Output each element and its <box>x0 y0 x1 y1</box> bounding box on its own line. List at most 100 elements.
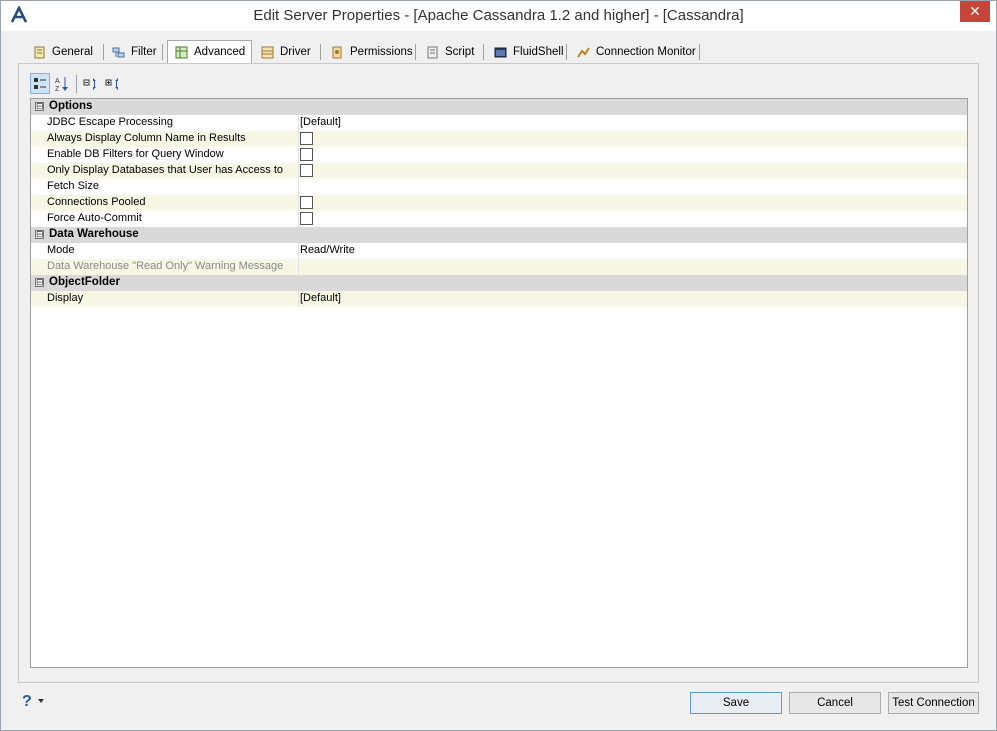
enable-db-filters-checkbox[interactable] <box>300 148 313 161</box>
tab-filter[interactable]: Filter <box>105 41 163 63</box>
close-button[interactable]: ✕ <box>960 1 990 22</box>
tab-label: Script <box>445 46 475 58</box>
tab-label: FluidShell <box>513 46 564 58</box>
tab-divider <box>415 44 416 60</box>
alphabetical-sort-button[interactable]: A Z <box>52 73 72 94</box>
property-name: Mode <box>47 244 75 256</box>
categorized-view-button[interactable] <box>30 73 50 94</box>
column-divider <box>298 195 299 211</box>
column-divider <box>298 291 299 307</box>
column-divider <box>298 179 299 195</box>
tab-divider <box>320 44 321 60</box>
property-name: Enable DB Filters for Query Window <box>47 148 224 160</box>
column-divider <box>298 147 299 163</box>
property-row[interactable]: Connections Pooled <box>31 195 967 211</box>
tab-divider <box>566 44 567 60</box>
property-row: Data Warehouse "Read Only" Warning Messa… <box>31 259 967 275</box>
tab-permissions[interactable]: Permissions <box>324 41 419 63</box>
collapse-all-icon <box>105 77 118 90</box>
title-bar: Edit Server Properties - [Apache Cassand… <box>1 1 996 31</box>
tab-label: Connection Monitor <box>596 46 696 58</box>
property-row[interactable]: Only Display Databases that User has Acc… <box>31 163 967 179</box>
property-row[interactable]: Always Display Column Name in Results <box>31 131 967 147</box>
force-auto-commit-checkbox[interactable] <box>300 212 313 225</box>
advanced-icon <box>175 46 188 58</box>
tab-strip: General Filter Advanced Driver Permissio… <box>24 40 977 63</box>
help-icon[interactable]: ? <box>22 693 32 711</box>
tab-divider <box>103 44 104 60</box>
filter-icon <box>112 47 125 57</box>
property-grid-toolbar: A Z <box>30 73 140 95</box>
category-data-warehouse[interactable]: ⊟ Data Warehouse <box>31 227 967 243</box>
alphabetical-sort-icon: A Z <box>55 76 68 92</box>
category-label: Options <box>49 100 93 112</box>
expand-all-icon <box>83 77 96 90</box>
collapse-icon[interactable]: ⊟ <box>35 102 44 111</box>
property-name: Only Display Databases that User has Acc… <box>47 164 283 176</box>
tab-label: Advanced <box>194 46 246 58</box>
property-row[interactable]: Display [Default] <box>31 291 967 307</box>
tab-general[interactable]: General <box>26 41 99 63</box>
general-icon <box>34 46 45 58</box>
property-row[interactable]: Mode Read/Write <box>31 243 967 259</box>
property-name: Always Display Column Name in Results <box>47 132 246 144</box>
tab-label: Driver <box>280 46 311 58</box>
tab-script[interactable]: Script <box>419 41 480 63</box>
driver-icon <box>261 46 274 58</box>
help-dropdown-icon[interactable] <box>38 699 44 703</box>
tab-divider <box>483 44 484 60</box>
display-value[interactable]: [Default] <box>300 292 341 304</box>
svg-text:Z: Z <box>55 86 60 92</box>
test-connection-button[interactable]: Test Connection <box>888 692 979 714</box>
collapse-all-button[interactable] <box>103 73 123 94</box>
property-name: Data Warehouse "Read Only" Warning Messa… <box>47 260 284 272</box>
property-name: Fetch Size <box>47 180 99 192</box>
toolbar-divider <box>76 75 77 93</box>
column-divider <box>298 163 299 179</box>
column-divider <box>298 115 299 131</box>
tab-advanced[interactable]: Advanced <box>167 40 253 63</box>
property-row[interactable]: JDBC Escape Processing [Default] <box>31 115 967 131</box>
always-display-column-name-checkbox[interactable] <box>300 132 313 145</box>
column-divider <box>298 243 299 259</box>
category-label: ObjectFolder <box>49 276 120 288</box>
property-row[interactable]: Enable DB Filters for Query Window <box>31 147 967 163</box>
property-name: Connections Pooled <box>47 196 146 208</box>
column-divider <box>298 259 299 275</box>
tab-label: General <box>52 46 93 58</box>
only-display-databases-checkbox[interactable] <box>300 164 313 177</box>
expand-all-button[interactable] <box>81 73 101 94</box>
save-button[interactable]: Save <box>690 692 782 714</box>
script-icon <box>427 46 438 58</box>
fluidshell-icon <box>494 47 507 57</box>
mode-value[interactable]: Read/Write <box>300 244 355 256</box>
tab-label: Filter <box>131 46 157 58</box>
permissions-icon <box>332 46 342 58</box>
cancel-button[interactable]: Cancel <box>789 692 881 714</box>
connections-pooled-checkbox[interactable] <box>300 196 313 209</box>
category-objectfolder[interactable]: ⊟ ObjectFolder <box>31 275 967 291</box>
property-grid: ⊟ Options JDBC Escape Processing [Defaul… <box>30 98 968 668</box>
property-name: Force Auto-Commit <box>47 212 142 224</box>
category-options[interactable]: ⊟ Options <box>31 99 967 115</box>
column-divider <box>298 211 299 227</box>
property-value[interactable]: [Default] <box>300 116 341 128</box>
property-row[interactable]: Force Auto-Commit <box>31 211 967 227</box>
property-name: Display <box>47 292 84 304</box>
connection-monitor-icon <box>577 46 590 58</box>
tab-divider <box>162 44 163 60</box>
tab-divider <box>699 44 700 60</box>
property-row[interactable]: Fetch Size <box>31 179 967 195</box>
collapse-icon[interactable]: ⊟ <box>35 230 44 239</box>
property-name: JDBC Escape Processing <box>47 116 173 128</box>
tab-driver[interactable]: Driver <box>254 41 317 63</box>
tab-label: Permissions <box>350 46 413 58</box>
window-title: Edit Server Properties - [Apache Cassand… <box>253 7 744 24</box>
collapse-icon[interactable]: ⊟ <box>35 278 44 287</box>
category-label: Data Warehouse <box>49 228 139 240</box>
categorized-view-icon <box>34 77 46 89</box>
tab-fluidshell[interactable]: FluidShell <box>487 41 570 63</box>
tab-connection-monitor[interactable]: Connection Monitor <box>570 41 702 63</box>
column-divider <box>298 131 299 147</box>
svg-text:A: A <box>55 78 60 85</box>
